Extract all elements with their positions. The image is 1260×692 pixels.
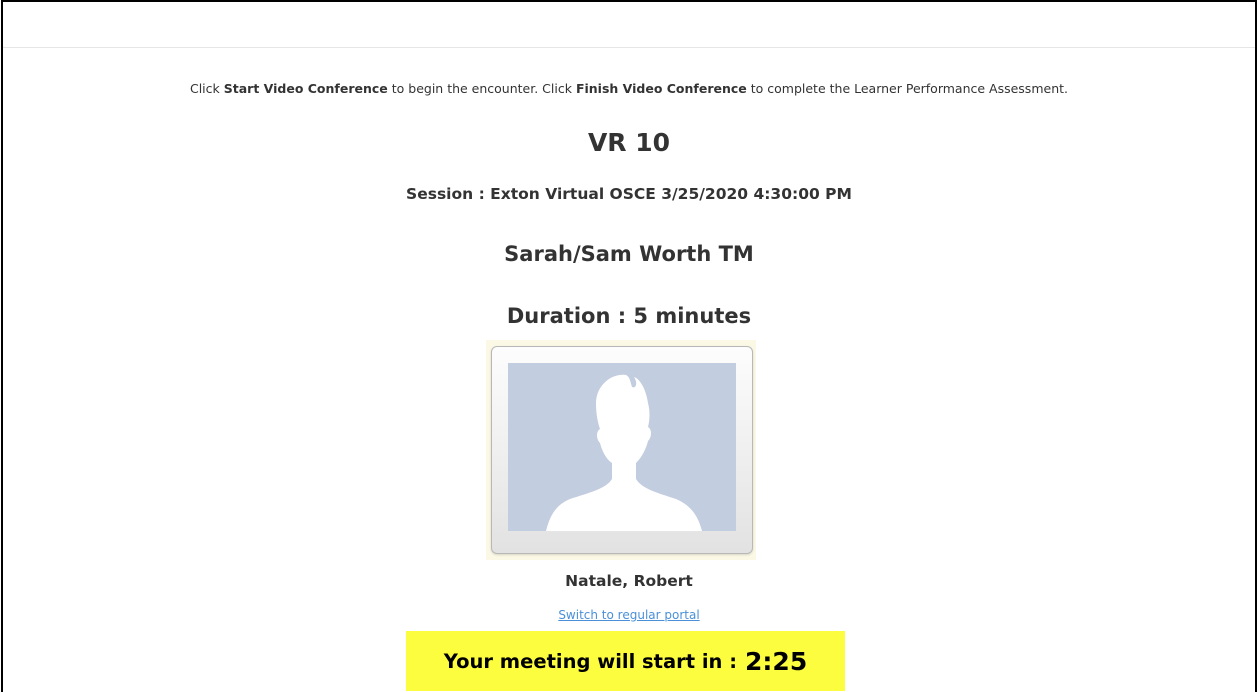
meeting-countdown: Your meeting will start in : 2:25 (406, 631, 845, 691)
person-silhouette-icon (508, 363, 736, 531)
station-title: VR 10 (587, 128, 671, 157)
switch-portal-link[interactable]: Switch to regular portal (3, 608, 1255, 622)
countdown-label: Your meeting will start in : (443, 649, 738, 673)
top-bar (3, 2, 1255, 48)
duration-info: Duration : 5 minutes (506, 304, 752, 328)
standardized-patient-name: Sarah/Sam Worth TM (504, 242, 754, 266)
instructions-text: Click Start Video Conference to begin th… (189, 81, 1068, 96)
finish-video-conference-ref: Finish Video Conference (575, 81, 747, 96)
countdown-timer: 2:25 (745, 646, 808, 676)
learner-photo (486, 340, 756, 560)
page-frame: Click Start Video Conference to begin th… (1, 0, 1257, 692)
session-info: Session : Exton Virtual OSCE 3/25/2020 4… (406, 185, 852, 203)
learner-name: Natale, Robert (565, 572, 693, 590)
photo-frame (491, 346, 753, 554)
encounter-panel: Click Start Video Conference to begin th… (3, 48, 1255, 692)
start-video-conference-ref: Start Video Conference (223, 81, 388, 96)
